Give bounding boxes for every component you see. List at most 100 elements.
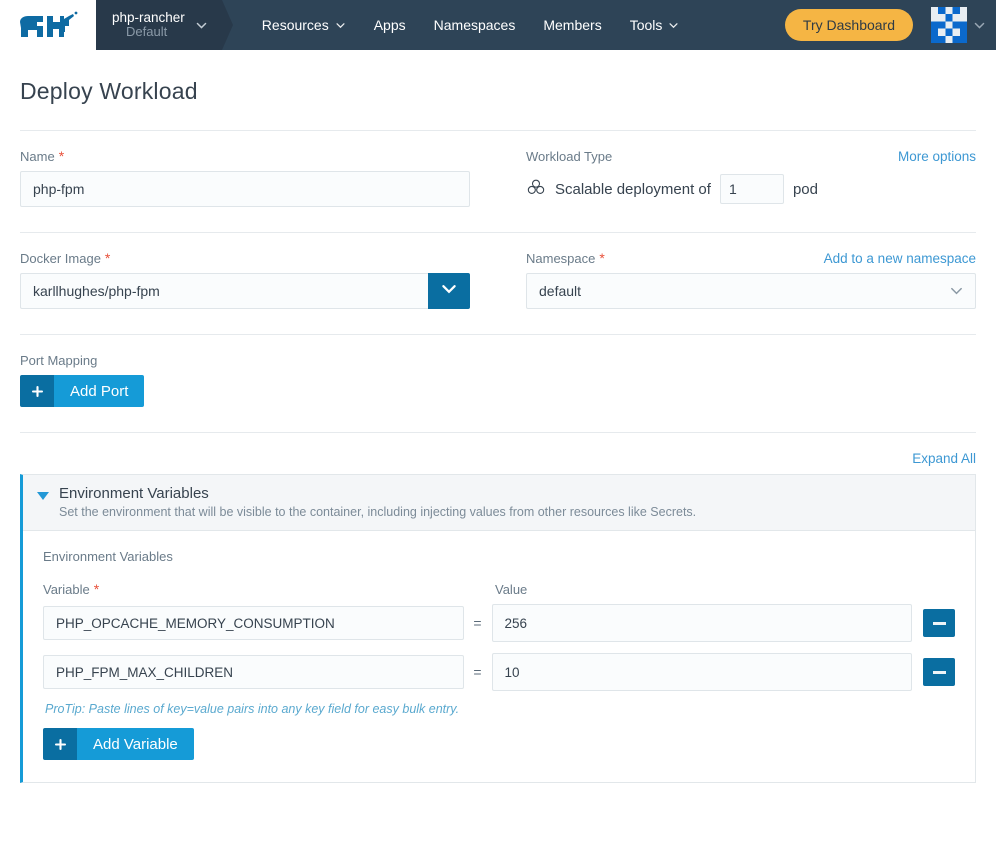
namespace-select-wrapper: default: [526, 273, 976, 309]
plus-icon: [43, 728, 77, 760]
rancher-logo[interactable]: [0, 0, 96, 50]
user-identicon-avatar-icon: [931, 7, 967, 43]
env-variable-row: =: [43, 604, 955, 642]
environment-variables-card: Environment Variables Set the environmen…: [20, 474, 976, 783]
remove-variable-button[interactable]: [923, 609, 955, 637]
top-navigation-bar: php-rancher Default Resources Apps Names…: [0, 0, 996, 50]
name-field-group: Name *: [20, 149, 470, 207]
project-name: php-rancher: [112, 9, 185, 25]
env-variable-value-input[interactable]: [491, 604, 912, 642]
scalable-deployment-icon: [526, 177, 546, 201]
docker-image-input[interactable]: [20, 273, 429, 309]
user-menu[interactable]: [931, 7, 986, 43]
rancher-bull-logo-icon: [17, 9, 79, 41]
workload-type-label: Workload Type: [526, 149, 612, 164]
deploy-workload-page: Deploy Workload Name * Workload Type Mor…: [0, 78, 996, 783]
nav-item-members[interactable]: Members: [529, 0, 615, 50]
docker-image-label: Docker Image *: [20, 251, 470, 266]
nav-item-label: Members: [543, 17, 602, 33]
port-mapping-label: Port Mapping: [20, 353, 976, 368]
nav-item-apps[interactable]: Apps: [360, 0, 420, 50]
divider: [20, 334, 976, 335]
chevron-down-icon: [440, 280, 458, 303]
project-cluster-name: Default: [126, 24, 168, 40]
namespace-label-text: Namespace: [526, 251, 596, 266]
env-variable-row: =: [43, 653, 955, 691]
nav-item-tools[interactable]: Tools: [616, 0, 694, 50]
name-label-text: Name: [20, 149, 55, 164]
chevron-down-icon: [668, 20, 679, 31]
environment-variables-card-heading: Environment Variables Set the environmen…: [59, 485, 696, 519]
chevron-down-icon: [195, 19, 208, 32]
env-variable-value-input[interactable]: [491, 653, 912, 691]
nav-item-label: Namespaces: [433, 17, 516, 33]
env-col-variable-header: Variable *: [43, 582, 467, 597]
triangle-down-icon[interactable]: [37, 492, 49, 500]
add-variable-button-label: Add Variable: [77, 728, 194, 760]
remove-variable-button[interactable]: [923, 658, 955, 686]
port-mapping-group: Port Mapping Add Port: [20, 353, 976, 407]
workload-type-label-text: Workload Type: [526, 149, 613, 164]
workload-type-label-row: Workload Type More options: [526, 149, 976, 171]
required-asterisk: *: [104, 250, 111, 266]
page-title: Deploy Workload: [20, 78, 198, 104]
nav-item-resources[interactable]: Resources: [248, 0, 360, 50]
required-asterisk: *: [58, 148, 65, 164]
env-table-header: Variable * Value: [43, 582, 955, 597]
required-asterisk: *: [599, 250, 605, 266]
card-title: Environment Variables: [59, 485, 209, 502]
namespace-label-row: Namespace * Add to a new namespace: [526, 251, 976, 273]
divider: [20, 130, 976, 131]
env-protip-text: ProTip: Paste lines of key=value pairs i…: [45, 702, 460, 716]
name-input[interactable]: [20, 171, 470, 207]
namespace-label: Namespace *: [526, 251, 605, 266]
env-col-variable-label: Variable: [43, 582, 90, 597]
chevron-down-icon: [973, 19, 986, 32]
chevron-down-icon: [335, 20, 346, 31]
project-selector[interactable]: php-rancher Default: [96, 0, 233, 50]
card-description: Set the environment that will be visible…: [59, 505, 697, 519]
name-label: Name *: [20, 149, 470, 164]
docker-image-input-group: [20, 273, 470, 309]
nav-right-actions: Try Dashboard: [784, 0, 996, 50]
minus-icon: [932, 670, 946, 674]
divider: [20, 432, 976, 433]
env-variable-key-input[interactable]: [43, 655, 464, 689]
port-mapping-label-text: Port Mapping: [20, 353, 98, 368]
image-and-namespace-row: Docker Image * Namespace * Add to a new …: [20, 251, 976, 309]
environment-variables-card-header[interactable]: Environment Variables Set the environmen…: [23, 475, 975, 531]
env-variable-key-input[interactable]: [43, 606, 464, 640]
add-variable-button[interactable]: Add Variable: [43, 728, 194, 760]
docker-image-label-text: Docker Image: [20, 251, 101, 266]
pod-count-input[interactable]: [719, 174, 784, 204]
nav-item-label: Tools: [629, 17, 663, 33]
minus-icon: [932, 621, 946, 625]
plus-icon: [20, 375, 54, 407]
workload-type-value: Scalable deployment of pod: [526, 171, 976, 207]
try-dashboard-button[interactable]: Try Dashboard: [784, 9, 913, 41]
equals-sign: =: [473, 615, 482, 631]
namespace-group: Namespace * Add to a new namespace defau…: [526, 251, 976, 309]
add-new-namespace-link[interactable]: Add to a new namespace: [824, 251, 976, 266]
name-and-type-row: Name * Workload Type More options: [20, 149, 976, 207]
add-port-button[interactable]: Add Port: [20, 375, 145, 407]
env-section-label: Environment Variables: [43, 549, 173, 564]
env-col-value-header: Value: [495, 582, 528, 597]
divider: [20, 232, 976, 233]
namespace-select[interactable]: default: [526, 273, 976, 309]
nav-item-namespaces[interactable]: Namespaces: [420, 0, 530, 50]
environment-variables-card-body: Environment Variables Variable * Value =: [23, 531, 975, 782]
workload-type-text-before: Scalable deployment of: [555, 180, 711, 198]
more-options-link[interactable]: More options: [898, 149, 976, 164]
workload-type-text-after: pod: [792, 180, 818, 198]
expand-all-link[interactable]: Expand All: [912, 451, 976, 466]
nav-item-label: Apps: [373, 17, 406, 33]
nav-item-label: Resources: [261, 17, 329, 33]
main-nav-items: Resources Apps Namespaces Members Tools: [222, 0, 785, 50]
add-port-button-label: Add Port: [54, 375, 145, 407]
required-asterisk: *: [93, 581, 100, 597]
equals-sign: =: [473, 664, 482, 680]
project-selector-text: php-rancher Default: [112, 10, 185, 40]
docker-image-dropdown-button[interactable]: [428, 273, 470, 309]
workload-type-group: Workload Type More options Scalable depl…: [526, 149, 976, 207]
